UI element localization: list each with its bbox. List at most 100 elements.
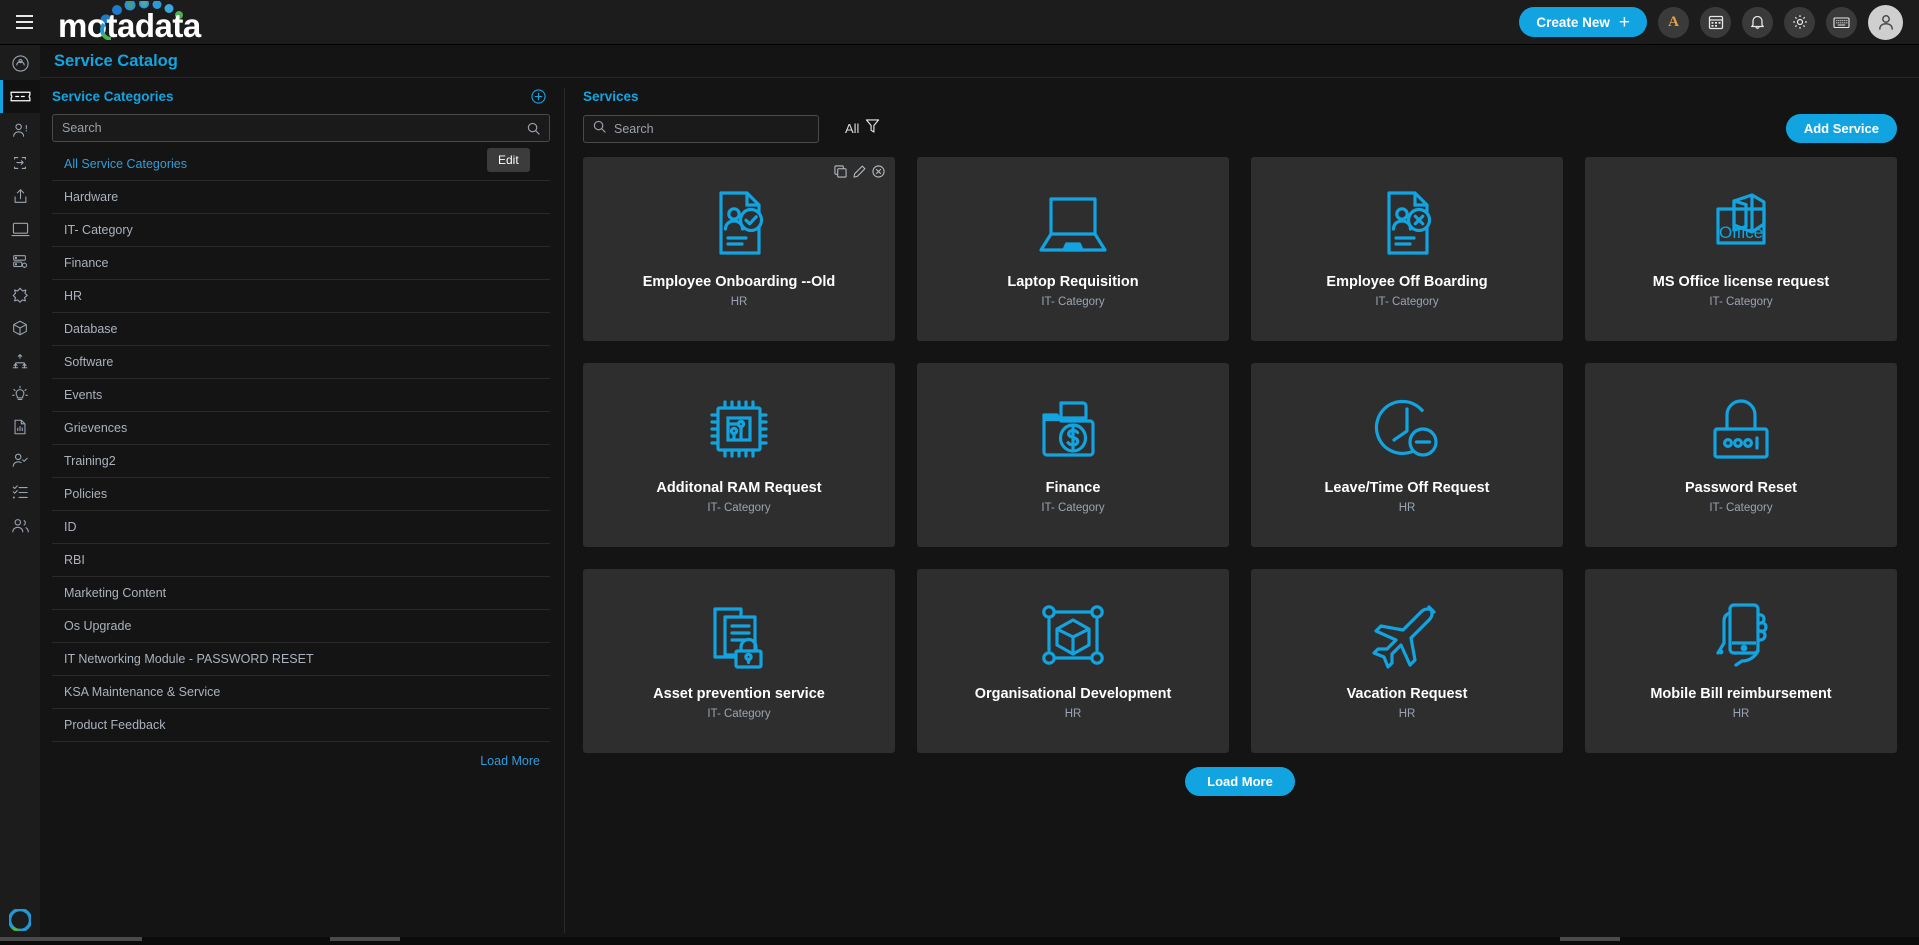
- category-search-input[interactable]: [62, 121, 527, 135]
- service-card[interactable]: Leave/Time Off Request HR: [1251, 363, 1563, 547]
- service-card[interactable]: Organisational Development HR: [917, 569, 1229, 753]
- service-card-actions: [834, 165, 885, 178]
- category-label: IT Networking Module - PASSWORD RESET: [64, 652, 314, 666]
- services-load-more-button[interactable]: Load More: [1185, 767, 1295, 796]
- sidebar-item-requester[interactable]: [0, 113, 40, 146]
- service-card-category: HR: [1398, 708, 1416, 721]
- category-label: RBI: [64, 553, 85, 567]
- service-card[interactable]: Asset prevention service IT- Category: [583, 569, 895, 753]
- sidebar-item-asset-monitor[interactable]: [0, 212, 40, 245]
- delete-circle-icon[interactable]: [872, 165, 885, 178]
- category-label: Training2: [64, 454, 116, 468]
- category-list-item[interactable]: Finance: [52, 247, 550, 280]
- sidebar-item-package[interactable]: [0, 311, 40, 344]
- category-label: Grievences: [64, 421, 128, 435]
- category-list-item[interactable]: HR: [52, 280, 550, 313]
- service-card[interactable]: Employee Onboarding --Old HR: [583, 157, 895, 341]
- clock-minus-icon: [1370, 391, 1444, 467]
- sidebar-item-integration[interactable]: [0, 278, 40, 311]
- sidebar-item-team[interactable]: [0, 509, 40, 542]
- plus-icon: +: [1618, 11, 1630, 33]
- service-card[interactable]: Office MS Office license request IT- Cate…: [1585, 157, 1897, 341]
- category-list-item[interactable]: Database: [52, 313, 550, 346]
- sidebar-item-service-catalog[interactable]: [0, 80, 40, 113]
- category-list-item[interactable]: All Service Categories: [52, 148, 550, 181]
- category-list-item[interactable]: Training2: [52, 445, 550, 478]
- announcement-a-icon[interactable]: A: [1658, 6, 1689, 38]
- category-list-item[interactable]: Os Upgrade: [52, 610, 550, 643]
- category-label: Os Upgrade: [64, 619, 132, 633]
- sidebar-item-dashboard[interactable]: [0, 47, 40, 80]
- service-card[interactable]: Finance IT- Category: [917, 363, 1229, 547]
- category-list-item[interactable]: RBI: [52, 544, 550, 577]
- keyboard-shortcut-icon[interactable]: [1826, 6, 1857, 38]
- category-list-item[interactable]: IT Networking Module - PASSWORD RESET: [52, 643, 550, 676]
- service-search-input[interactable]: [614, 121, 809, 136]
- category-label: Hardware: [64, 190, 119, 204]
- sidebar-item-reports[interactable]: [0, 410, 40, 443]
- service-card-category: HR: [730, 296, 748, 309]
- user-avatar-icon[interactable]: [1868, 4, 1903, 40]
- services-grid: Employee Onboarding --Old HR Laptop Requi…: [583, 157, 1897, 753]
- sidebar-item-change[interactable]: [0, 146, 40, 179]
- sidebar-item-workflow[interactable]: [0, 344, 40, 377]
- category-list-item[interactable]: Grievences: [52, 412, 550, 445]
- category-list-item[interactable]: IT- Category: [52, 214, 550, 247]
- sidebar-item-release[interactable]: [0, 179, 40, 212]
- service-card[interactable]: Mobile Bill reimbursement HR: [1585, 569, 1897, 753]
- category-label: Software: [64, 355, 114, 369]
- category-list-item[interactable]: Marketing Content: [52, 577, 550, 610]
- create-new-button[interactable]: Create New +: [1519, 7, 1647, 37]
- hamburger-menu-icon[interactable]: [0, 0, 48, 45]
- laptop-icon: [1036, 185, 1110, 261]
- category-list-item[interactable]: KSA Maintenance & Service: [52, 676, 550, 709]
- folder-dollar-icon: [1036, 391, 1110, 467]
- service-card-title: Employee Off Boarding: [1326, 274, 1488, 290]
- category-list-item[interactable]: Product Feedback: [52, 709, 550, 742]
- categories-header: Service Categories: [52, 89, 550, 104]
- hand-mobile-icon: [1708, 597, 1774, 673]
- sidebar-item-server-config[interactable]: [0, 245, 40, 278]
- category-label: All Service Categories: [64, 157, 187, 171]
- service-card[interactable]: Vacation Request HR: [1251, 569, 1563, 753]
- service-card-category: HR: [1064, 708, 1082, 721]
- category-label: Policies: [64, 487, 108, 501]
- category-list-item[interactable]: Policies: [52, 478, 550, 511]
- motadata-rail-logo-icon: [9, 909, 31, 931]
- page-title: Service Catalog: [54, 51, 178, 70]
- funnel-filter-icon[interactable]: [865, 118, 880, 139]
- page-content: Service Categories All Service: [40, 78, 1919, 945]
- service-search-box[interactable]: [583, 114, 819, 143]
- service-card[interactable]: Additonal RAM Request IT- Category: [583, 363, 895, 547]
- services-title: Services: [583, 89, 639, 104]
- edit-pencil-icon[interactable]: [853, 165, 866, 178]
- add-service-button[interactable]: Add Service: [1785, 114, 1897, 143]
- categories-load-more-link[interactable]: Load More: [52, 742, 550, 768]
- documents-lock-icon: [703, 597, 775, 673]
- services-filter[interactable]: All: [845, 118, 880, 139]
- calendar-icon[interactable]: [1700, 6, 1731, 38]
- settings-gear-icon[interactable]: [1784, 6, 1815, 38]
- sidebar-item-task-list[interactable]: [0, 476, 40, 509]
- category-list-item[interactable]: Software: [52, 346, 550, 379]
- service-card[interactable]: Employee Off Boarding IT- Category: [1251, 157, 1563, 341]
- category-label: Finance: [64, 256, 109, 270]
- service-card-category: IT- Category: [1709, 296, 1773, 309]
- sidebar-item-knowledge-bulb[interactable]: [0, 377, 40, 410]
- duplicate-icon[interactable]: [834, 165, 847, 178]
- header-actions: Create New + A: [1519, 4, 1919, 40]
- sidebar-item-user-add[interactable]: [0, 443, 40, 476]
- services-panel: Services All: [565, 78, 1919, 945]
- add-circle-icon[interactable]: [531, 89, 546, 104]
- service-card[interactable]: Laptop Requisition IT- Category: [917, 157, 1229, 341]
- category-search-box[interactable]: [52, 114, 550, 142]
- category-list-item[interactable]: Hardware: [52, 181, 550, 214]
- category-list-item[interactable]: ID: [52, 511, 550, 544]
- cube-network-icon: [1035, 597, 1111, 673]
- notification-bell-icon[interactable]: [1742, 6, 1773, 38]
- service-card[interactable]: Password Reset IT- Category: [1585, 363, 1897, 547]
- cpu-chip-icon: [703, 391, 775, 467]
- category-label: Events: [64, 388, 103, 402]
- category-list-item[interactable]: Events: [52, 379, 550, 412]
- service-card-title: Leave/Time Off Request: [1324, 480, 1490, 496]
